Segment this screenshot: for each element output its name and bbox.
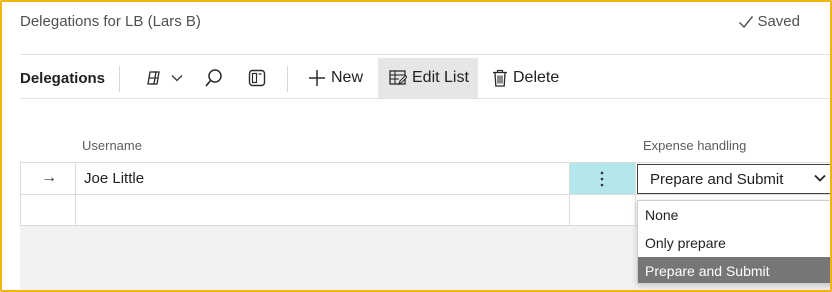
edit-list-button[interactable]: Edit List	[378, 58, 478, 98]
new-label: New	[331, 69, 364, 86]
edit-list-label: Edit List	[412, 69, 469, 86]
actionbar-separator	[119, 66, 120, 92]
search-button[interactable]	[196, 58, 232, 98]
filter-pane-icon	[248, 69, 266, 87]
column-header-expense-handling[interactable]: Expense handling	[643, 138, 746, 153]
dropdown-option-none[interactable]: None	[638, 201, 830, 229]
dropdown-option-label: Only prepare	[645, 235, 726, 251]
analyze-menu-button[interactable]	[136, 58, 191, 98]
chevron-down-icon	[171, 75, 183, 82]
filter-pane-button[interactable]	[240, 58, 274, 98]
more-options-icon	[600, 171, 604, 187]
delete-button[interactable]: Delete	[484, 58, 567, 98]
saved-label: Saved	[757, 13, 800, 30]
search-icon	[205, 69, 222, 87]
username-cell[interactable]: Joe Little	[76, 163, 570, 194]
expense-handling-value: Prepare and Submit	[650, 171, 784, 188]
title-bar: Delegations for LB (Lars B) Saved	[2, 2, 830, 54]
expense-handling-dropdown: None Only prepare Prepare and Submit	[637, 200, 830, 284]
saved-status: Saved	[738, 13, 800, 30]
action-bar: Delegations New Edit List Delete	[2, 58, 830, 98]
divider-top	[20, 54, 830, 55]
arrow-right-icon: →	[41, 169, 57, 186]
dropdown-option-only-prepare[interactable]: Only prepare	[638, 229, 830, 257]
username-value: Joe Little	[84, 170, 145, 187]
new-button[interactable]: New	[300, 58, 371, 98]
actionbar-title: Delegations	[20, 70, 106, 87]
column-header-username[interactable]: Username	[82, 138, 142, 153]
trash-icon	[493, 69, 507, 87]
edit-list-icon	[389, 70, 407, 86]
dropdown-option-label: Prepare and Submit	[645, 263, 770, 279]
analyze-icon	[147, 71, 160, 85]
checkmark-icon	[739, 15, 754, 28]
dropdown-option-prepare-and-submit[interactable]: Prepare and Submit	[638, 257, 830, 283]
chevron-down-icon	[814, 174, 826, 182]
divider-actionbar	[20, 98, 830, 99]
plus-icon	[309, 70, 325, 86]
username-cell[interactable]	[76, 195, 570, 226]
row-indicator[interactable]: →	[20, 163, 76, 194]
row-actions-button[interactable]	[570, 163, 636, 194]
page-title: Delegations for LB (Lars B)	[20, 13, 201, 30]
dropdown-option-label: None	[645, 207, 679, 223]
expense-handling-select[interactable]: Prepare and Submit	[637, 164, 830, 194]
row-actions-cell	[570, 195, 636, 226]
delete-label: Delete	[513, 69, 560, 86]
page-frame: Delegations for LB (Lars B) Saved Delega…	[0, 0, 832, 292]
row-indicator[interactable]	[20, 195, 76, 226]
actionbar-separator	[287, 66, 288, 92]
